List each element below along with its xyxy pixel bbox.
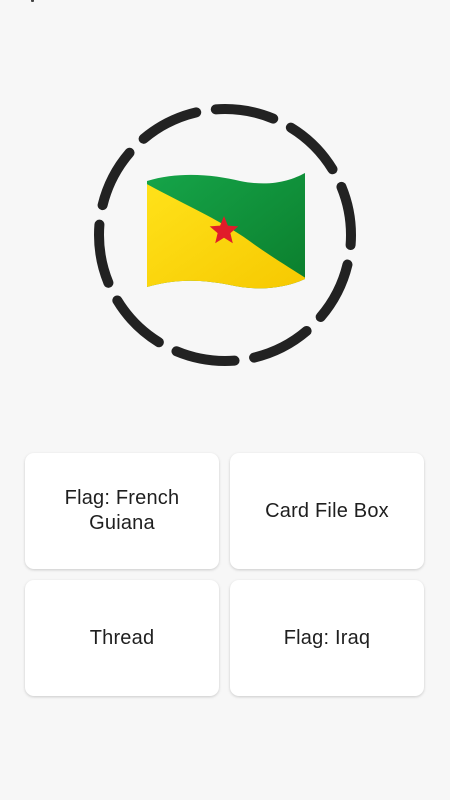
- emoji-question-area: [0, 95, 450, 375]
- answer-options: Flag: French Guiana Card File Box Thread…: [25, 453, 425, 696]
- answer-option-4[interactable]: Flag: Iraq: [230, 580, 424, 696]
- flag-french-guiana-icon: [147, 173, 305, 289]
- answer-option-label: Thread: [89, 626, 155, 649]
- answer-option-label: Flag: French Guiana: [64, 487, 180, 534]
- status-bar-fragment: [31, 0, 34, 2]
- answer-option-label: Card File Box: [265, 499, 389, 522]
- answer-option-3[interactable]: Thread: [25, 580, 219, 696]
- answer-option-label: Flag: Iraq: [283, 626, 371, 649]
- answer-option-2[interactable]: Card File Box: [230, 453, 424, 569]
- answer-option-1[interactable]: Flag: French Guiana: [25, 453, 219, 569]
